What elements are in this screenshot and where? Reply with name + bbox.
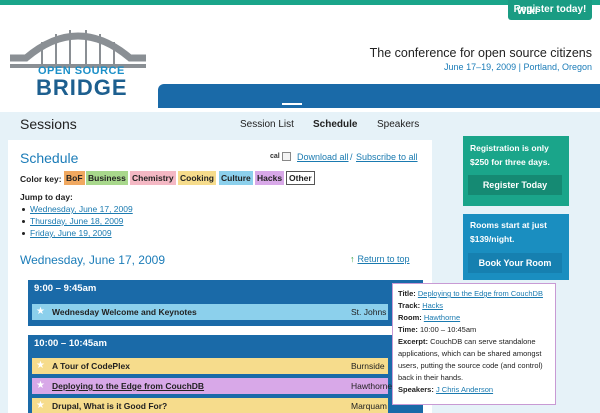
session-room: Burnside (351, 361, 385, 371)
calendar-icon-label: cal (270, 153, 280, 160)
nav-item-get-involved[interactable]: Get Involved (333, 0, 393, 24)
calendar-icon[interactable]: cal (270, 151, 292, 162)
session-title[interactable]: Drupal, What is it Good For? (52, 401, 167, 411)
jump-day-link[interactable]: Wednesday, June 17, 2009 (30, 204, 133, 214)
link-separator: / (350, 152, 353, 162)
color-key-bof[interactable]: BoF (64, 171, 85, 185)
color-key-hacks[interactable]: Hacks (255, 171, 285, 185)
color-key-chemistry[interactable]: Chemistry (130, 171, 176, 185)
return-to-top-link[interactable]: Return to top (358, 254, 410, 264)
tooltip-time-label: Time: (398, 325, 418, 334)
page-title: Sessions (20, 116, 77, 132)
session-title[interactable]: Wednesday Welcome and Keynotes (52, 307, 197, 317)
nav-item-sessions[interactable]: Sessions (270, 0, 314, 24)
main-nav (158, 84, 600, 108)
jump-day-link[interactable]: Friday, June 19, 2009 (30, 228, 112, 238)
timeblock-time: 9:00 – 9:45am (34, 283, 97, 294)
schedule-heading: Schedule (20, 150, 79, 166)
nav-item-about[interactable]: About (171, 0, 200, 24)
jump-day-link[interactable]: Thursday, June 18, 2009 (30, 216, 123, 226)
tab-speakers[interactable]: Speakers (377, 119, 419, 130)
jump-day-item[interactable]: Thursday, June 18, 2009 (22, 216, 123, 226)
timeblock-time: 10:00 – 10:45am (34, 338, 107, 349)
book-your-room-button[interactable]: Book Your Room (468, 253, 562, 273)
tooltip-title-link[interactable]: Deploying to the Edge from CouchDB (418, 289, 543, 298)
up-arrow-icon: ↑ (350, 254, 355, 264)
color-key-label: Color key: (20, 174, 62, 184)
jump-day-item[interactable]: Wednesday, June 17, 2009 (22, 204, 133, 214)
star-icon[interactable]: ★ (36, 380, 46, 391)
session-room: St. Johns (351, 307, 387, 317)
session-title[interactable]: A Tour of CodePlex (52, 361, 130, 371)
tooltip-room-link[interactable]: Hawthorne (424, 313, 460, 322)
nav-active-indicator (282, 103, 302, 105)
download-all-link[interactable]: Download all (297, 152, 349, 162)
color-key-cooking[interactable]: Cooking (178, 171, 216, 185)
tooltip-room-label: Room: (398, 313, 422, 322)
conference-dates: June 17–19, 2009 | Portland, Oregon (444, 62, 592, 72)
nav-item-attend[interactable]: Attend (219, 0, 251, 24)
color-key-culture[interactable]: Culture (219, 171, 253, 185)
bullet-icon (22, 220, 25, 224)
tooltip-speakers-label: Speakers: (398, 385, 434, 394)
session-title[interactable]: Deploying to the Edge from CouchDB (52, 381, 204, 391)
return-to-top[interactable]: ↑ Return to top (350, 254, 410, 264)
star-icon[interactable]: ★ (36, 306, 46, 317)
tooltip-track-link[interactable]: Hacks (422, 301, 443, 310)
session-tooltip: Title: Deploying to the Edge from CouchD… (392, 283, 556, 405)
session-row[interactable]: ★ Wednesday Welcome and Keynotes St. Joh… (32, 304, 388, 320)
session-room: Hawthorne (351, 381, 393, 391)
bullet-icon (22, 232, 25, 236)
calendar-box-icon (282, 152, 291, 161)
nav-item-sponsors[interactable]: Sponsors (410, 0, 456, 24)
session-row[interactable]: ★ A Tour of CodePlex Burnside (32, 358, 388, 374)
session-row[interactable]: ★ Drupal, What is it Good For? Marquam (32, 398, 388, 413)
tooltip-time: 10:00 – 10:45am (419, 325, 477, 334)
jump-day-item[interactable]: Friday, June 19, 2009 (22, 228, 112, 238)
tooltip-track-label: Track: (398, 301, 421, 310)
subscribe-to-all-link[interactable]: Subscribe to all (356, 152, 418, 162)
color-key-other[interactable]: Other (286, 171, 315, 185)
color-key-business[interactable]: Business (86, 171, 128, 185)
bullet-icon (22, 208, 25, 212)
star-icon[interactable]: ★ (36, 360, 46, 371)
tab-schedule[interactable]: Schedule (313, 119, 357, 130)
tooltip-speaker-link[interactable]: J Chris Anderson (436, 385, 493, 394)
session-row[interactable]: ★ Deploying to the Edge from CouchDB Haw… (32, 378, 392, 394)
session-room: Marquam (351, 401, 387, 411)
register-today-sidebar-button[interactable]: Register Today (468, 175, 562, 195)
site-tagline: The conference for open source citizens (369, 46, 592, 60)
hotel-promo-text: Rooms start at just $139/night. (470, 220, 547, 244)
tab-session-list[interactable]: Session List (240, 119, 294, 130)
tooltip-title-label: Title: (398, 289, 416, 298)
logo-wordmark-bottom: BRIDGE (36, 75, 128, 100)
nav-item-blog[interactable]: Blog (474, 0, 496, 24)
jump-to-day-label: Jump to day: (20, 192, 73, 202)
date-heading: Wednesday, June 17, 2009 (20, 253, 165, 267)
nav-item-wiki[interactable]: Wiki (517, 0, 537, 24)
star-icon[interactable]: ★ (36, 400, 46, 411)
tooltip-excerpt-label: Excerpt: (398, 337, 429, 346)
registration-promo-text: Registration is only $250 for three days… (470, 143, 550, 167)
